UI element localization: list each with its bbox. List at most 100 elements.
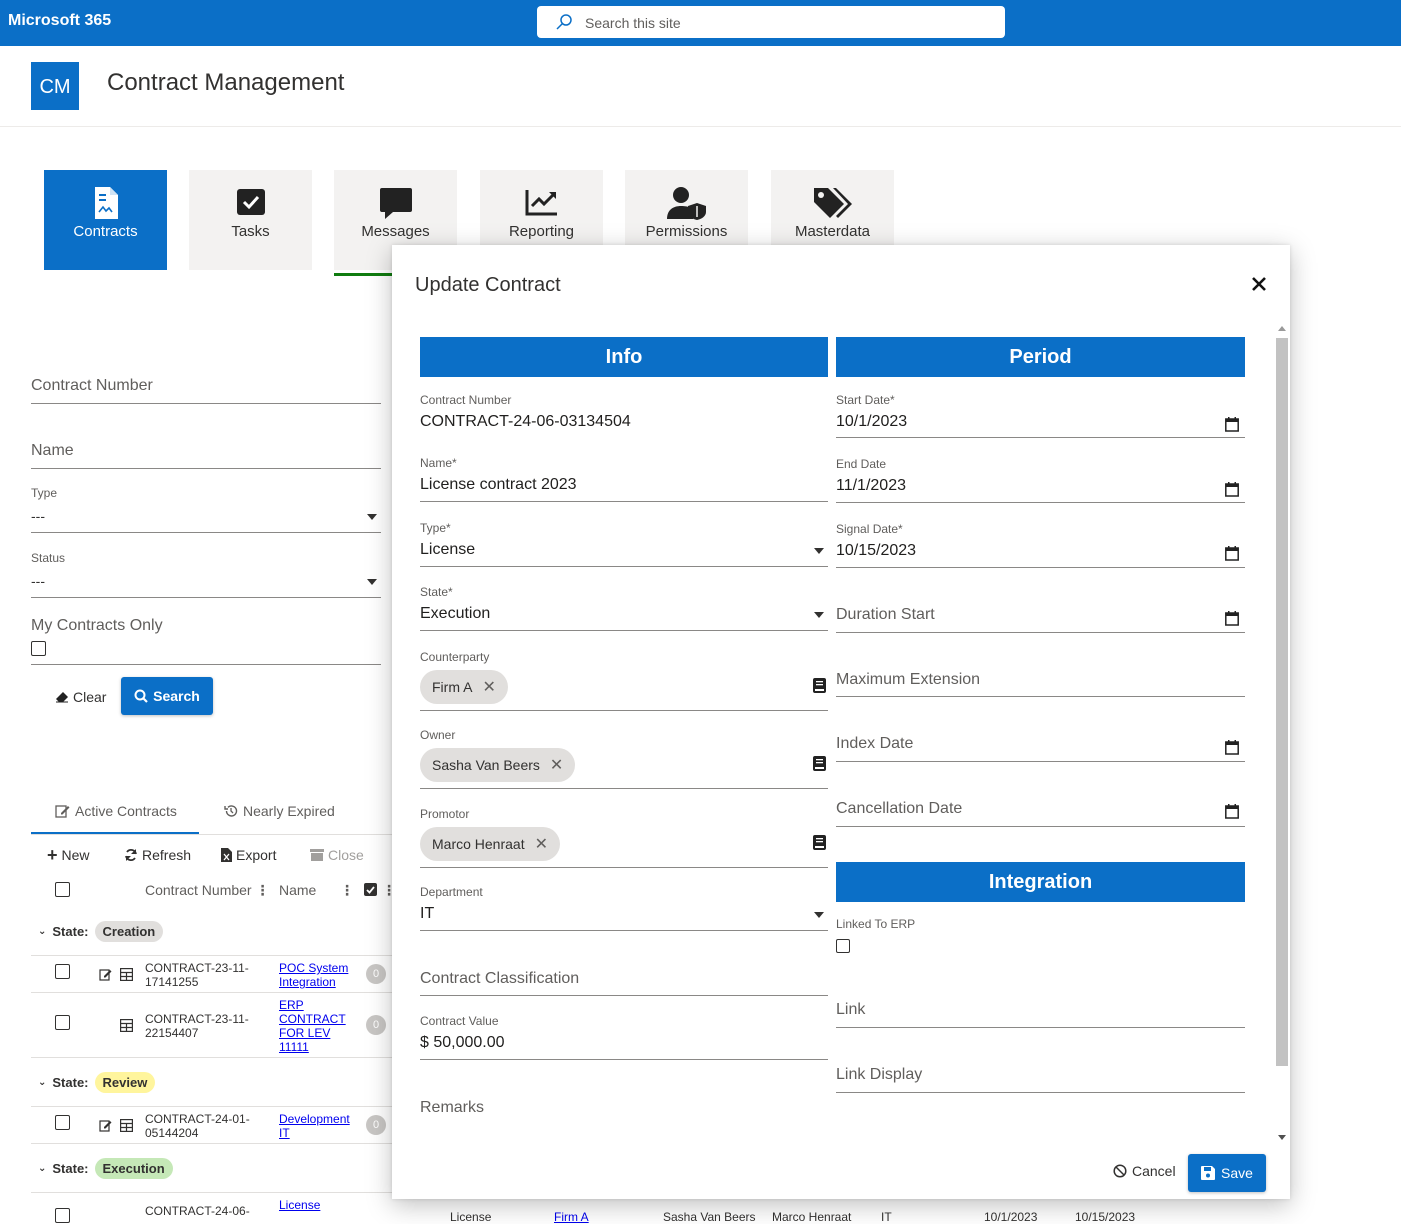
start-date-field[interactable]: Start Date* 10/1/2023: [836, 393, 1245, 438]
site-title[interactable]: Contract Management: [107, 69, 344, 97]
index-date-field[interactable]: Index Date: [836, 735, 1245, 762]
close-icon[interactable]: [1250, 275, 1268, 293]
clear-button[interactable]: Clear: [55, 689, 106, 705]
brand-label[interactable]: Microsoft 365: [8, 12, 111, 30]
maximum-extension-field[interactable]: Maximum Extension: [836, 671, 1245, 697]
behind-cell: 10/15/2023: [1075, 1210, 1136, 1224]
chevron-down-icon[interactable]: ⌄: [38, 1077, 46, 1088]
my-contracts-checkbox[interactable]: [31, 641, 46, 656]
book-icon[interactable]: [813, 756, 826, 771]
promotor-field[interactable]: Promotor Marco Henraat ✕: [420, 807, 828, 868]
link-field[interactable]: Link: [836, 1001, 1245, 1028]
save-button[interactable]: Save: [1188, 1154, 1266, 1192]
search-label: Search: [153, 688, 200, 704]
site-search-box[interactable]: Search this site: [537, 6, 1005, 38]
more-vertical-icon[interactable]: ⋮: [255, 882, 269, 898]
chevron-down-icon[interactable]: ⌄: [38, 1163, 46, 1174]
maximum-extension-placeholder: Maximum Extension: [836, 671, 981, 688]
behind-cell-link[interactable]: Firm A: [554, 1210, 589, 1224]
name-field[interactable]: Name* License contract 2023: [420, 456, 828, 502]
scroll-up-icon[interactable]: [1278, 326, 1286, 331]
start-date-label: Start Date*: [836, 393, 895, 407]
remove-chip-icon[interactable]: ✕: [550, 755, 563, 775]
edit-icon[interactable]: [99, 1119, 112, 1132]
tile-tasks[interactable]: Tasks: [189, 170, 312, 270]
remove-chip-icon[interactable]: ✕: [535, 834, 548, 854]
filter-contract-number[interactable]: Contract Number: [31, 377, 381, 404]
filter-name[interactable]: Name: [31, 442, 381, 469]
calendar-icon[interactable]: [1225, 546, 1239, 561]
filter-type-select[interactable]: Type ---: [31, 486, 381, 533]
book-icon[interactable]: [813, 678, 826, 693]
filter-status-select[interactable]: Status ---: [31, 551, 381, 598]
calendar-icon[interactable]: [1225, 740, 1239, 755]
export-button[interactable]: Export: [221, 847, 276, 863]
end-date-field[interactable]: End Date 11/1/2023: [836, 457, 1245, 503]
search-button[interactable]: Search: [121, 677, 213, 715]
save-icon: [1201, 1166, 1216, 1180]
duration-start-field[interactable]: Duration Start: [836, 606, 1245, 633]
book-icon[interactable]: [813, 835, 826, 850]
row-checkbox[interactable]: [55, 1115, 70, 1130]
close-button[interactable]: Close: [310, 847, 364, 863]
calendar-icon[interactable]: [1225, 482, 1239, 497]
table-icon[interactable]: [120, 1019, 133, 1032]
column-header-contract-number[interactable]: Contract Number ⋮: [145, 882, 269, 899]
chart-icon: [525, 190, 557, 216]
owner-field[interactable]: Owner Sasha Van Beers ✕: [420, 728, 828, 789]
table-row-contract-number: CONTRACT-24-01-05144204: [145, 1112, 250, 1140]
link-display-placeholder: Link Display: [836, 1066, 923, 1083]
tab-active-contracts[interactable]: Active Contracts: [55, 803, 177, 819]
owner-chip[interactable]: Sasha Van Beers ✕: [420, 748, 576, 782]
site-logo[interactable]: CM: [31, 62, 79, 110]
state-select[interactable]: State* Execution: [420, 585, 828, 631]
chevron-down-icon[interactable]: ⌄: [38, 926, 46, 937]
tab-nearly-expired[interactable]: Nearly Expired: [224, 803, 335, 819]
checkbox-column-icon[interactable]: [364, 883, 377, 896]
column-header-name[interactable]: Name: [279, 882, 316, 898]
table-row-name-link[interactable]: Development IT: [279, 1112, 359, 1140]
scroll-down-icon[interactable]: [1278, 1135, 1286, 1140]
tile-contracts[interactable]: Contracts: [44, 170, 167, 270]
calendar-icon[interactable]: [1225, 611, 1239, 626]
search-placeholder: Search this site: [585, 15, 681, 31]
calendar-icon[interactable]: [1225, 804, 1239, 819]
group-header-review[interactable]: ⌄ State: Review: [38, 1072, 156, 1093]
scrollbar-thumb[interactable]: [1276, 338, 1288, 1066]
group-header-execution[interactable]: ⌄ State: Execution: [38, 1158, 173, 1179]
refresh-button[interactable]: Refresh: [124, 847, 191, 863]
type-select[interactable]: Type* License: [420, 521, 828, 567]
classification-field[interactable]: Contract Classification: [420, 970, 828, 996]
name-value: License contract 2023: [420, 476, 577, 493]
history-icon: [224, 805, 238, 817]
table-row-name-link[interactable]: POC System Integration: [279, 961, 359, 989]
remarks-field[interactable]: Remarks: [420, 1099, 828, 1139]
linked-to-erp-field: Linked To ERP: [836, 917, 1245, 957]
group-header-creation[interactable]: ⌄ State: Creation: [38, 921, 164, 942]
department-select[interactable]: Department IT: [420, 885, 828, 931]
cancellation-date-field[interactable]: Cancellation Date: [836, 800, 1245, 827]
contract-value-field[interactable]: Contract Value $ 50,000.00: [420, 1014, 828, 1060]
link-display-field[interactable]: Link Display: [836, 1066, 1245, 1093]
select-all-checkbox[interactable]: [55, 882, 70, 897]
table-row-name-link[interactable]: ERP CONTRACT FOR LEV 11111: [279, 998, 346, 1054]
more-vertical-icon[interactable]: ⋮: [340, 882, 354, 899]
tile-underline: [334, 273, 394, 276]
promotor-chip[interactable]: Marco Henraat ✕: [420, 827, 560, 861]
archive-icon: [310, 849, 324, 861]
table-row-name-link[interactable]: License: [279, 1198, 359, 1212]
calendar-icon[interactable]: [1225, 417, 1239, 432]
table-icon[interactable]: [120, 1119, 133, 1132]
remove-chip-icon[interactable]: ✕: [482, 677, 495, 697]
signal-date-field[interactable]: Signal Date* 10/15/2023: [836, 522, 1245, 568]
linked-to-erp-checkbox[interactable]: [836, 939, 850, 953]
row-checkbox[interactable]: [55, 1015, 70, 1030]
counterparty-field[interactable]: Counterparty Firm A ✕: [420, 650, 828, 711]
cancel-button[interactable]: Cancel: [1113, 1163, 1176, 1179]
counterparty-chip[interactable]: Firm A ✕: [420, 670, 508, 704]
new-button[interactable]: + New: [47, 846, 90, 864]
table-icon[interactable]: [120, 968, 133, 981]
edit-icon[interactable]: [99, 968, 112, 981]
row-checkbox[interactable]: [55, 964, 70, 979]
row-checkbox[interactable]: [55, 1208, 70, 1223]
